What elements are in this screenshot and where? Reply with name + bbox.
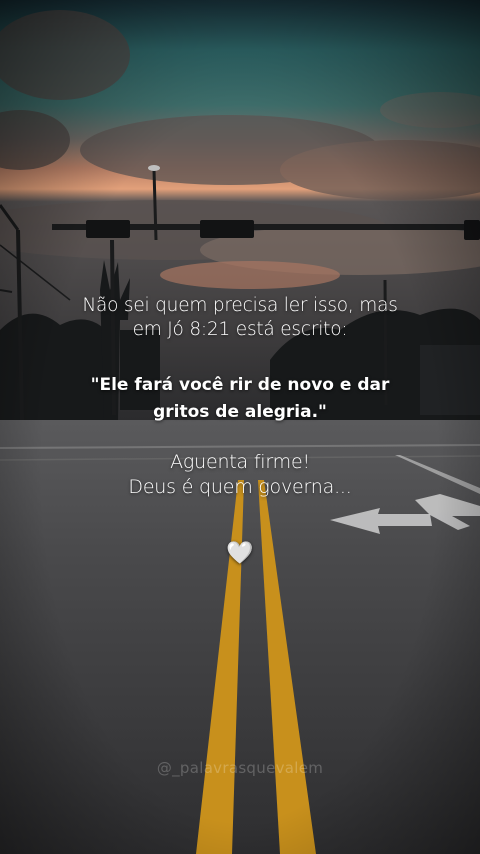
quote-line: gritos de alegria." [153, 402, 327, 422]
heart-icon: 🤍 [226, 541, 254, 566]
bible-quote: "Ele fará você rir de novo e dar gritos … [0, 372, 480, 426]
intro-line: Não sei quem precisa ler isso, mas [82, 295, 398, 316]
background-photo-road-at-dusk [0, 0, 480, 854]
watermark-handle: @_palavrasquevalem [156, 759, 324, 777]
intro-line: em Jó 8:21 está escrito: [132, 319, 348, 340]
vignette-overlay [0, 0, 480, 854]
encouragement-line: Aguenta firme! [170, 451, 310, 473]
intro-text: Não sei quem precisa ler isso, mas em Jó… [0, 294, 480, 342]
story-screen: Não sei quem precisa ler isso, mas em Jó… [0, 0, 480, 854]
encouragement-text: Aguenta firme! Deus é quem governa... [0, 450, 480, 500]
encouragement-line: Deus é quem governa... [128, 476, 352, 498]
quote-line: "Ele fará você rir de novo e dar [90, 375, 390, 395]
